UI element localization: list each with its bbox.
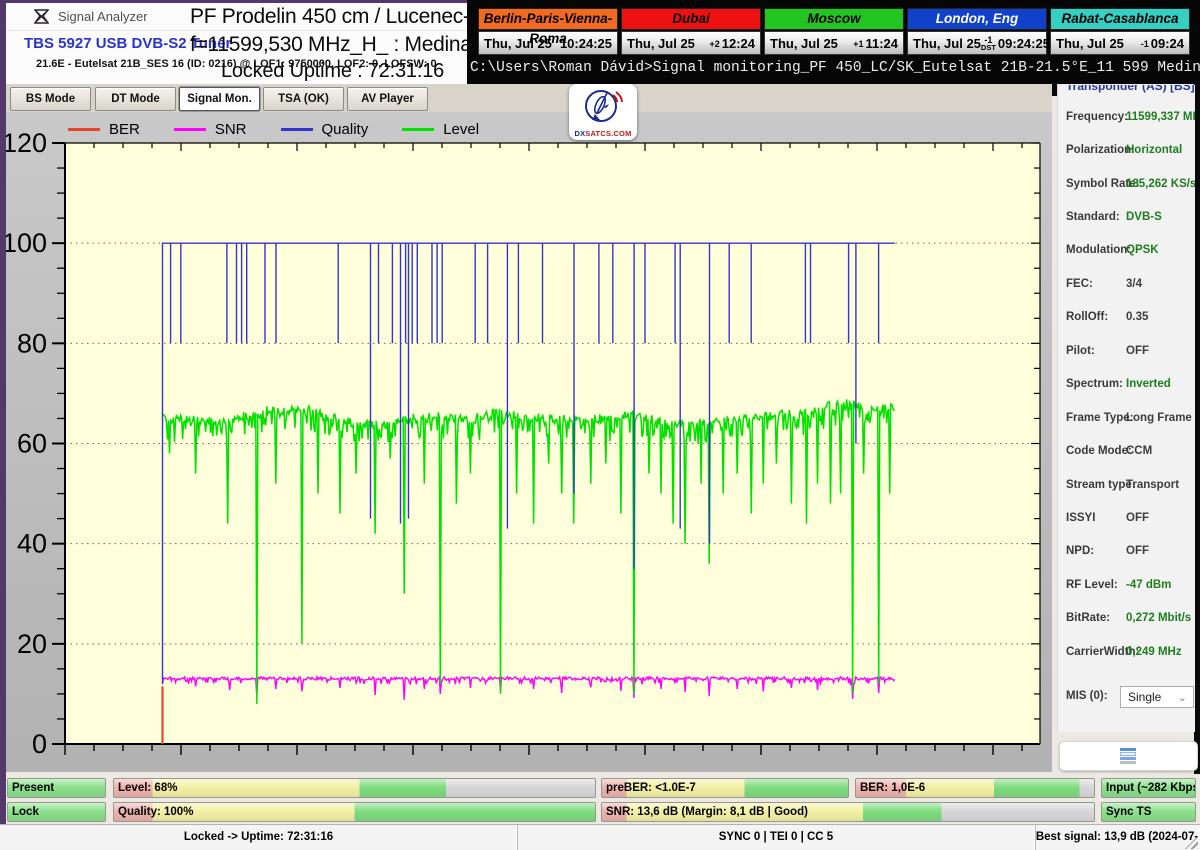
param-row-rf-level: RF Level: -47 dBm — [1066, 579, 1172, 591]
svg-text:100: 100 — [6, 228, 47, 258]
svg-text:0: 0 — [32, 729, 47, 759]
osd-frequency-service: f=11599,530 MHz_H_ : Medina FM — [190, 33, 507, 56]
legend-item-level: Level — [402, 121, 479, 138]
console-command-line: C:\Users\Roman Dávid>Signal monitoring_P… — [470, 60, 1200, 76]
param-row-modulation: Modulation: QPSK — [1066, 244, 1159, 256]
satellite-dish-icon — [585, 90, 623, 122]
param-row-frequency: Frequency:11599,337 MHz — [1066, 111, 1195, 123]
param-row-mis: MIS (0): Single ⌄ — [1066, 686, 1194, 714]
param-row-code-mode: Code Mode: CCM — [1066, 445, 1153, 457]
ber-line-swatch — [68, 127, 100, 131]
status-best-signal: Best signal: 13,9 dB (2024-07-25 07:05) — [1035, 825, 1199, 850]
param-row-spectrum: Spectrum: Inverted — [1066, 378, 1171, 390]
preber-progressbar: preBER: <1.0E-7 — [601, 778, 849, 798]
clock-date: Thu, Jul 25 — [913, 35, 981, 51]
snr-line-swatch — [173, 127, 206, 131]
mode-tab-bar: BS Mode DT Mode Signal Mon. TSA (OK) AV … — [6, 84, 1052, 112]
status-bar: Locked -> Uptime: 72:31:16 SYNC 0 | TEI … — [0, 824, 1200, 850]
clock-london: London, Eng Thu, Jul 25 -1 DST 09:24:25 — [907, 8, 1050, 55]
param-row-stream-type: Stream type: Transport — [1066, 479, 1180, 491]
mis-select[interactable]: Single ⌄ — [1120, 686, 1194, 708]
chart-plot: 0 20 40 60 80 100 120 — [6, 128, 1041, 759]
sync-ts-indicator: Sync TS — [1101, 802, 1196, 822]
param-row-pilot: Pilot: OFF — [1066, 345, 1149, 357]
param-row-npd: NPD: OFF — [1066, 545, 1149, 557]
stream-buffer-icon — [1120, 748, 1136, 764]
clock-utc-offset: -1 DST — [980, 35, 996, 52]
clock-date: Thu, Jul 25 — [1056, 35, 1124, 51]
clock-date: Thu, Jul 25 — [484, 35, 552, 51]
clock-city-label: Moscow — [764, 8, 904, 30]
osd-antenna-location: PF Prodelin 450 cm / Lucenec-Slovakia — [190, 5, 547, 28]
tab-dt-mode[interactable]: DT Mode — [95, 87, 176, 111]
clock-utc-offset: -1 — [1140, 39, 1149, 49]
tab-av-player[interactable]: AV Player — [347, 87, 428, 111]
clock-berlin: Berlin-Paris-Vienna-Roma Thu, Jul 25 10:… — [478, 8, 618, 55]
present-indicator: Present — [7, 778, 106, 798]
input-rate-indicator: Input (~282 Kbps) — [1101, 778, 1196, 798]
svg-text:80: 80 — [17, 328, 47, 358]
svg-text:20: 20 — [17, 629, 47, 659]
quality-progressbar: Quality: 100% — [113, 802, 596, 822]
chart-legend: BER SNR Quality Level — [68, 118, 513, 140]
clock-utc-offset: +1 — [853, 39, 864, 49]
clock-city-label: Berlin-Paris-Vienna-Roma — [478, 8, 618, 46]
param-row-issyi: ISSYI OFF — [1066, 512, 1149, 524]
window-title: Signal Analyzer — [58, 9, 148, 24]
clock-utc-offset: +2 — [709, 39, 720, 49]
clock-dubai: Dubai Thu, Jul 25 +2 12:24 — [621, 8, 761, 55]
clock-time: 10:24:25 — [559, 35, 612, 51]
param-row-bitrate: BitRate: 0,272 Mbit/s — [1066, 612, 1192, 624]
window-frame-left — [0, 0, 6, 824]
param-row-symbol-rate: Symbol Rate: 185,262 KS/s — [1066, 178, 1195, 190]
clock-city-label: Dubai — [621, 8, 761, 30]
level-progressbar: Level: 68% — [113, 778, 596, 798]
level-line-swatch — [402, 127, 435, 131]
signal-monitor-chart: 0 20 40 60 80 100 120 BER SNR Quality Level — [6, 112, 1052, 772]
legend-item-snr: SNR — [173, 121, 247, 138]
clock-rabat: Rabat-Casablanca Thu, Jul 25 -1 09:24 — [1050, 8, 1190, 55]
tab-signal-mon[interactable]: Signal Mon. — [179, 87, 260, 111]
app-logo-icon — [33, 9, 50, 29]
status-sync-tei-cc: SYNC 0 | TEI 0 | CC 5 — [517, 825, 1036, 850]
snr-progressbar: SNR: 13,6 dB (Margin: 8,1 dB | Good) — [601, 802, 1095, 822]
param-row-standard: Standard: DVB-S — [1066, 211, 1162, 223]
lock-indicator: Lock — [7, 802, 106, 822]
transponder-info-panel: Transponder (AS) [BS] Frequency: 11599,33… — [1057, 85, 1195, 732]
signal-analyzer-window: Signal Analyzer TBS 5927 USB DVB-S2 Tune… — [0, 0, 1200, 850]
clock-time: 12:24 — [721, 35, 755, 51]
ts-buffer-button[interactable] — [1059, 741, 1198, 771]
clock-time: 09:24:25 — [997, 35, 1050, 51]
param-row-polarization: Polarization: Horizontal — [1066, 144, 1183, 156]
transponder-header-clipped: Transponder (AS) [BS] — [1066, 85, 1195, 93]
tab-bs-mode[interactable]: BS Mode — [10, 87, 91, 111]
svg-text:120: 120 — [6, 128, 47, 158]
clock-time: 11:24 — [865, 35, 898, 51]
tab-tsa[interactable]: TSA (OK) — [263, 87, 344, 111]
clock-time: 09:24 — [1150, 35, 1184, 51]
osd-locked-uptime: Locked Uptime : 72:31:16 — [220, 60, 445, 82]
clock-date: Thu, Jul 25 — [770, 35, 838, 51]
svg-text:40: 40 — [17, 529, 47, 559]
clock-moscow: Moscow Thu, Jul 25 +1 11:24 — [764, 8, 904, 55]
svg-text:60: 60 — [17, 429, 47, 459]
quality-line-swatch — [280, 127, 313, 131]
param-row-fec: FEC: 3/4 — [1066, 278, 1142, 290]
world-clock-panel: Berlin-Paris-Vienna-Roma Thu, Jul 25 10:… — [467, 0, 1200, 84]
param-row-rolloff: RollOff: 0.35 — [1066, 311, 1149, 323]
clock-date: Thu, Jul 25 — [627, 35, 695, 51]
param-row-frame-type: Frame Type: Long Frame — [1066, 412, 1192, 424]
clock-city-label: London, Eng — [907, 8, 1047, 30]
logo-text: DXSATCS.COM — [574, 129, 632, 138]
osd-overlay-text: PF Prodelin 450 cm / Lucenec-Slovakia f=… — [190, 5, 547, 83]
status-locked-uptime: Locked -> Uptime: 72:31:16 — [0, 825, 518, 850]
clock-city-label: Rabat-Casablanca — [1050, 8, 1190, 30]
legend-item-quality: Quality — [280, 121, 368, 138]
ber-progressbar: BER: 1,0E-6 — [855, 778, 1095, 798]
dxsatcs-logo: DXSATCS.COM — [569, 84, 637, 140]
chevron-down-icon: ⌄ — [1177, 692, 1187, 704]
param-row-carrier-width: CarrierWidth: 0,249 MHz — [1066, 646, 1182, 658]
legend-item-ber: BER — [68, 121, 140, 138]
